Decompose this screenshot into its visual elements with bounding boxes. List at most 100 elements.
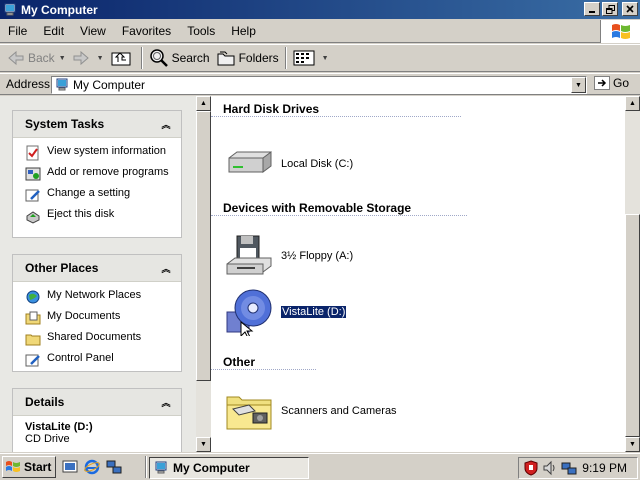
search-icon	[149, 49, 168, 67]
minimize-button[interactable]	[584, 2, 600, 16]
network-icon[interactable]	[106, 459, 122, 475]
go-button[interactable]: Go	[594, 76, 629, 90]
my-documents-icon	[25, 311, 41, 325]
system-tasks-panel: System Tasks ︽ View system information A…	[12, 110, 182, 238]
up-folder-icon	[111, 52, 131, 66]
show-desktop-icon[interactable]	[62, 459, 78, 475]
collapse-icon[interactable]: ︽	[159, 261, 173, 275]
start-button[interactable]: Start	[2, 456, 57, 478]
collapse-icon[interactable]: ︽	[159, 117, 173, 131]
scroll-down-button[interactable]: ▼	[196, 437, 211, 452]
details-header[interactable]: Details ︽	[13, 389, 181, 416]
folders-button[interactable]: Folders	[213, 46, 282, 70]
place-my-documents[interactable]: My Documents	[25, 310, 173, 326]
add-remove-programs-icon	[25, 167, 41, 181]
my-computer-icon	[4, 3, 16, 15]
back-button[interactable]: Back ▼	[4, 46, 69, 70]
folder-scanners-and-cameras[interactable]: Scanners and Cameras	[225, 391, 397, 431]
folders-icon	[217, 51, 235, 66]
menu-view[interactable]: View	[72, 24, 114, 38]
system-tray: 9:19 PM	[518, 457, 638, 479]
change-setting-icon	[25, 189, 40, 202]
windows-logo-icon	[600, 20, 640, 43]
forward-button[interactable]: ▼	[69, 46, 107, 70]
collapse-icon[interactable]: ︽	[159, 395, 173, 409]
restore-icon	[605, 4, 615, 14]
network-places-icon	[26, 290, 40, 304]
floppy-drive-icon	[226, 235, 272, 275]
window-title: My Computer	[21, 2, 98, 17]
menu-favorites[interactable]: Favorites	[114, 24, 179, 38]
task-view-system-information[interactable]: View system information	[25, 145, 173, 161]
menu-file[interactable]: File	[0, 24, 35, 38]
other-places-panel: Other Places ︽ My Network Places My Docu…	[12, 254, 182, 372]
address-input[interactable]: My Computer ▼	[51, 76, 587, 94]
file-list-view[interactable]: Hard Disk Drives Local Disk (C:) Devices…	[211, 96, 625, 452]
title-bar[interactable]: My Computer	[0, 0, 640, 19]
views-dropdown-icon[interactable]: ▼	[322, 55, 329, 62]
group-hard-disk-drives: Hard Disk Drives	[223, 102, 320, 116]
back-arrow-icon	[8, 50, 24, 66]
chevron-down-icon: ▼	[575, 81, 582, 89]
windows-flag-icon	[6, 461, 20, 472]
drive-local-disk-c[interactable]: Local Disk (C:)	[225, 148, 353, 180]
quick-launch	[62, 459, 122, 475]
address-label: Address	[6, 77, 51, 91]
scroll-up-button[interactable]: ▲	[196, 96, 211, 111]
back-dropdown-icon[interactable]: ▼	[59, 55, 66, 62]
eject-disk-icon	[26, 211, 40, 224]
clock[interactable]: 9:19 PM	[582, 461, 627, 475]
arrow-up-icon: ▲	[629, 100, 636, 107]
other-places-header[interactable]: Other Places ︽	[13, 255, 181, 282]
network-connection-icon[interactable]	[561, 460, 577, 476]
taskbar: Start My Computer 9:19 PM	[0, 453, 640, 480]
forward-dropdown-icon[interactable]: ▼	[97, 55, 104, 62]
task-pane-scrollbar[interactable]: ▲ ▼	[196, 96, 211, 452]
views-icon	[293, 50, 315, 66]
security-shield-icon[interactable]	[523, 460, 539, 476]
address-dropdown-button[interactable]: ▼	[571, 77, 586, 93]
scroll-down-button[interactable]: ▼	[625, 437, 640, 452]
menu-tools[interactable]: Tools	[179, 24, 223, 38]
go-arrow-icon	[594, 76, 610, 90]
system-information-icon	[26, 145, 39, 161]
place-my-network-places[interactable]: My Network Places	[25, 289, 173, 305]
drive-vistalite-d[interactable]: VistaLite (D:)	[225, 288, 348, 336]
task-pane: System Tasks ︽ View system information A…	[0, 96, 196, 452]
hard-disk-icon	[228, 151, 272, 173]
volume-icon[interactable]	[542, 460, 558, 476]
search-button[interactable]: Search	[146, 46, 213, 70]
scroll-up-button[interactable]: ▲	[625, 96, 640, 111]
views-button[interactable]: ▼	[290, 46, 332, 70]
menu-bar: File Edit View Favorites Tools Help	[0, 20, 640, 43]
task-eject-this-disk[interactable]: Eject this disk	[25, 208, 173, 224]
minimize-icon	[589, 11, 595, 13]
place-shared-documents[interactable]: Shared Documents	[25, 331, 173, 347]
close-button[interactable]	[622, 2, 638, 16]
standard-toolbar: Back ▼ ▼ Search Folders ▼	[0, 44, 640, 72]
control-panel-icon	[25, 354, 40, 367]
file-list-scrollbar[interactable]: ▲ ▼	[625, 96, 640, 452]
task-add-remove-programs[interactable]: Add or remove programs	[25, 166, 173, 182]
group-other: Other	[223, 355, 256, 369]
drive-floppy-a[interactable]: 3½ Floppy (A:)	[225, 234, 353, 278]
scroll-thumb[interactable]	[196, 111, 211, 381]
arrow-up-icon: ▲	[200, 100, 207, 107]
address-bar: Address My Computer ▼ Go	[0, 73, 640, 95]
place-control-panel[interactable]: Control Panel	[25, 352, 173, 368]
menu-edit[interactable]: Edit	[35, 24, 72, 38]
menu-help[interactable]: Help	[223, 24, 264, 38]
task-change-a-setting[interactable]: Change a setting	[25, 187, 173, 203]
scroll-thumb[interactable]	[625, 214, 640, 437]
my-computer-icon	[155, 461, 167, 474]
taskbar-my-computer-button[interactable]: My Computer	[149, 457, 309, 479]
forward-arrow-icon	[73, 50, 89, 66]
system-tasks-header[interactable]: System Tasks ︽	[13, 111, 181, 138]
up-folder-button[interactable]	[107, 46, 138, 70]
group-removable-storage: Devices with Removable Storage	[223, 201, 412, 215]
close-icon	[626, 5, 634, 13]
address-value: My Computer	[73, 78, 146, 92]
cd-drive-icon	[226, 289, 272, 336]
internet-explorer-icon[interactable]	[84, 459, 101, 475]
restore-button[interactable]	[602, 2, 618, 16]
